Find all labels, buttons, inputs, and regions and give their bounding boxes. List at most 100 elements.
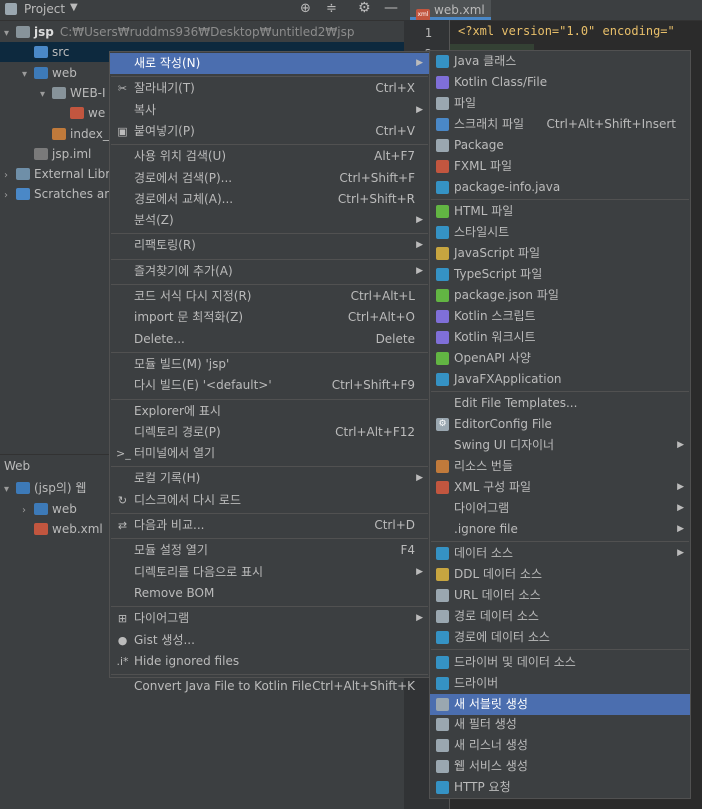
menu-item[interactable]: 새 리스너 생성 — [430, 735, 690, 756]
menu-item[interactable]: Convert Java File to Kotlin File Ctrl+Alt… — [110, 676, 429, 697]
menu-item[interactable]: Delete... Delete — [110, 329, 429, 350]
menu-item[interactable]: 로컬 기록(H) ▶ — [110, 468, 429, 489]
menu-item[interactable]: 모듈 빌드(M) 'jsp' — [110, 354, 429, 375]
menu-item[interactable]: 모듈 설정 열기 F4 — [110, 540, 429, 561]
menu-item[interactable]: TypeScript 파일 — [430, 264, 690, 285]
menu-item[interactable]: HTTP 요청 — [430, 777, 690, 798]
menu-item[interactable]: ⇄ 다음과 비교... Ctrl+D — [110, 515, 429, 536]
menu-item[interactable]: 스타일시트 — [430, 222, 690, 243]
web-tree-row-web-folder[interactable]: › web — [0, 499, 77, 519]
menu-item[interactable]: 리소스 번들 — [430, 456, 690, 477]
menu-item[interactable]: package-info.java — [430, 177, 690, 198]
menu-item[interactable]: 새 필터 생성 — [430, 714, 690, 735]
menu-item[interactable]: DDL 데이터 소스 — [430, 564, 690, 585]
menu-item[interactable]: 데이터 소스 ▶ — [430, 543, 690, 564]
menu-item-label: 다시 빌드(E) '<default>' — [134, 378, 272, 393]
css-icon — [436, 226, 449, 240]
menu-item[interactable]: .i* Hide ignored files — [110, 651, 429, 672]
menu-item[interactable]: ✂ 잘라내기(T) Ctrl+X — [110, 78, 429, 99]
menu-item[interactable]: 다이어그램 ▶ — [430, 498, 690, 519]
menu-item[interactable]: Kotlin Class/File — [430, 72, 690, 93]
menu-item[interactable]: >_ 터미널에서 열기 — [110, 443, 429, 464]
minimize-icon[interactable]: — — [384, 0, 398, 16]
menu-item[interactable]: 디렉토리를 다음으로 표시 ▶ — [110, 562, 429, 583]
menu-item[interactable]: 경로에서 교체(A)... Ctrl+Shift+R — [110, 189, 429, 210]
gear-icon[interactable]: ⚙ — [358, 0, 371, 16]
menu-item[interactable]: 경로에서 검색(P)... Ctrl+Shift+F — [110, 168, 429, 189]
submenu-arrow-icon: ▶ — [416, 104, 423, 115]
menu-item[interactable]: Kotlin 워크시트 — [430, 327, 690, 348]
project-panel-title[interactable]: Project — [24, 2, 65, 16]
menu-item[interactable]: Package — [430, 135, 690, 156]
expand-arrow-icon[interactable]: ▾ — [22, 65, 34, 85]
java-class-icon — [436, 55, 449, 68]
menu-item[interactable]: 스크래치 파일 Ctrl+Alt+Shift+Insert — [430, 114, 690, 135]
expand-arrow-icon[interactable]: › — [4, 186, 16, 206]
web-panel-title[interactable]: Web — [4, 459, 30, 473]
folder-datasource-icon — [436, 610, 449, 624]
menu-item-shortcut: Ctrl+X — [375, 81, 415, 96]
menu-item[interactable]: Swing UI 디자이너 ▶ — [430, 435, 690, 456]
menu-item[interactable]: package.json 파일 — [430, 285, 690, 306]
code-line[interactable]: <?xml version="1.0" encoding=" — [458, 24, 698, 42]
menu-item-label: Kotlin 스크립트 — [454, 308, 536, 323]
menu-item[interactable]: HTML 파일 — [430, 201, 690, 222]
menu-item[interactable]: URL 데이터 소스 — [430, 585, 690, 606]
menu-item[interactable]: 파일 — [430, 93, 690, 114]
menu-item-label: 드라이버 — [454, 675, 499, 690]
menu-item[interactable]: Explorer에 표시 — [110, 401, 429, 422]
menu-item[interactable]: JavaScript 파일 — [430, 243, 690, 264]
menu-item-label: 잘라내기(T) — [134, 81, 195, 96]
menu-item[interactable]: 웹 서비스 생성 — [430, 756, 690, 777]
menu-item[interactable]: JavaFXApplication — [430, 369, 690, 390]
menu-item-label: 로컬 기록(H) — [134, 471, 201, 486]
menu-item[interactable]: 드라이버 — [430, 673, 690, 694]
menu-item[interactable]: ⚙ EditorConfig File — [430, 414, 690, 435]
menu-item[interactable]: import 문 최적화(Z) Ctrl+Alt+O — [110, 307, 429, 328]
menu-item-label: 붙여넣기(P) — [134, 123, 195, 138]
menu-item[interactable]: XML 구성 파일 ▶ — [430, 477, 690, 498]
menu-item[interactable]: ⊞ 다이어그램 ▶ — [110, 608, 429, 629]
menu-item[interactable]: 새 서블릿 생성 — [430, 693, 690, 715]
menu-item[interactable]: .ignore file ▶ — [430, 519, 690, 540]
openapi-icon — [436, 351, 449, 365]
menu-item[interactable]: ● Gist 생성... — [110, 630, 429, 651]
menu-item[interactable]: FXML 파일 — [430, 156, 690, 177]
editor-tab[interactable]: xml web.xml — [410, 0, 491, 21]
menu-item-label: JavaFXApplication — [454, 371, 562, 386]
package-info-icon — [436, 180, 449, 194]
menu-item[interactable]: Java 클래스 — [430, 51, 690, 72]
expand-arrow-icon[interactable]: ▾ — [40, 85, 52, 105]
menu-item[interactable]: Edit File Templates... — [430, 393, 690, 414]
expand-arrow-icon[interactable]: ▾ — [4, 24, 16, 44]
web-tree-row-web-xml[interactable]: web.xml — [0, 519, 103, 539]
menu-item[interactable]: OpenAPI 사양 — [430, 348, 690, 369]
menu-item[interactable]: 코드 서식 다시 지정(R) Ctrl+Alt+L — [110, 286, 429, 307]
menu-item[interactable]: 경로 데이터 소스 — [430, 606, 690, 627]
menu-item[interactable]: 분석(Z) ▶ — [110, 210, 429, 231]
tree-row-root[interactable]: ▾ jsp C:₩Users₩ruddms936₩Desktop₩untitled2… — [0, 22, 404, 42]
http-request-icon — [436, 781, 449, 795]
expand-arrow-icon[interactable]: ▾ — [4, 480, 16, 500]
menu-item[interactable]: Kotlin 스크립트 — [430, 306, 690, 327]
menu-item[interactable]: 디렉토리 경로(P) Ctrl+Alt+F12 — [110, 422, 429, 443]
menu-item[interactable]: 다시 빌드(E) '<default>' Ctrl+Shift+F9 — [110, 375, 429, 396]
expand-arrow-icon[interactable]: › — [22, 501, 34, 521]
expand-arrow-icon[interactable]: › — [4, 166, 16, 186]
menu-item[interactable]: 새로 작성(N) ▶ — [110, 53, 429, 74]
menu-item[interactable]: ↻ 디스크에서 다시 로드 — [110, 490, 429, 511]
menu-item[interactable]: 즐겨찾기에 추가(A) ▶ — [110, 261, 429, 282]
source-folder-icon — [34, 46, 48, 59]
menu-item[interactable]: Remove BOM — [110, 583, 429, 604]
menu-item[interactable]: 드라이버 및 데이터 소스 — [430, 652, 690, 673]
collapse-all-icon[interactable]: ≑ — [326, 1, 337, 16]
javafx-icon — [436, 372, 449, 386]
menu-item[interactable]: 리팩토링(R) ▶ — [110, 235, 429, 256]
menu-item[interactable]: 사용 위치 검색(U) Alt+F7 — [110, 146, 429, 167]
menu-item[interactable]: ▣ 붙여넣기(P) Ctrl+V — [110, 121, 429, 142]
chevron-down-icon[interactable]: ▼ — [70, 2, 78, 13]
menu-item[interactable]: 복사 ▶ — [110, 100, 429, 121]
web-tree-row-jsp-web[interactable]: ▾ (jsp의) 웹 — [0, 478, 86, 498]
menu-item[interactable]: 경로에 데이터 소스 — [430, 627, 690, 648]
locate-icon[interactable]: ⊕ — [300, 1, 311, 16]
